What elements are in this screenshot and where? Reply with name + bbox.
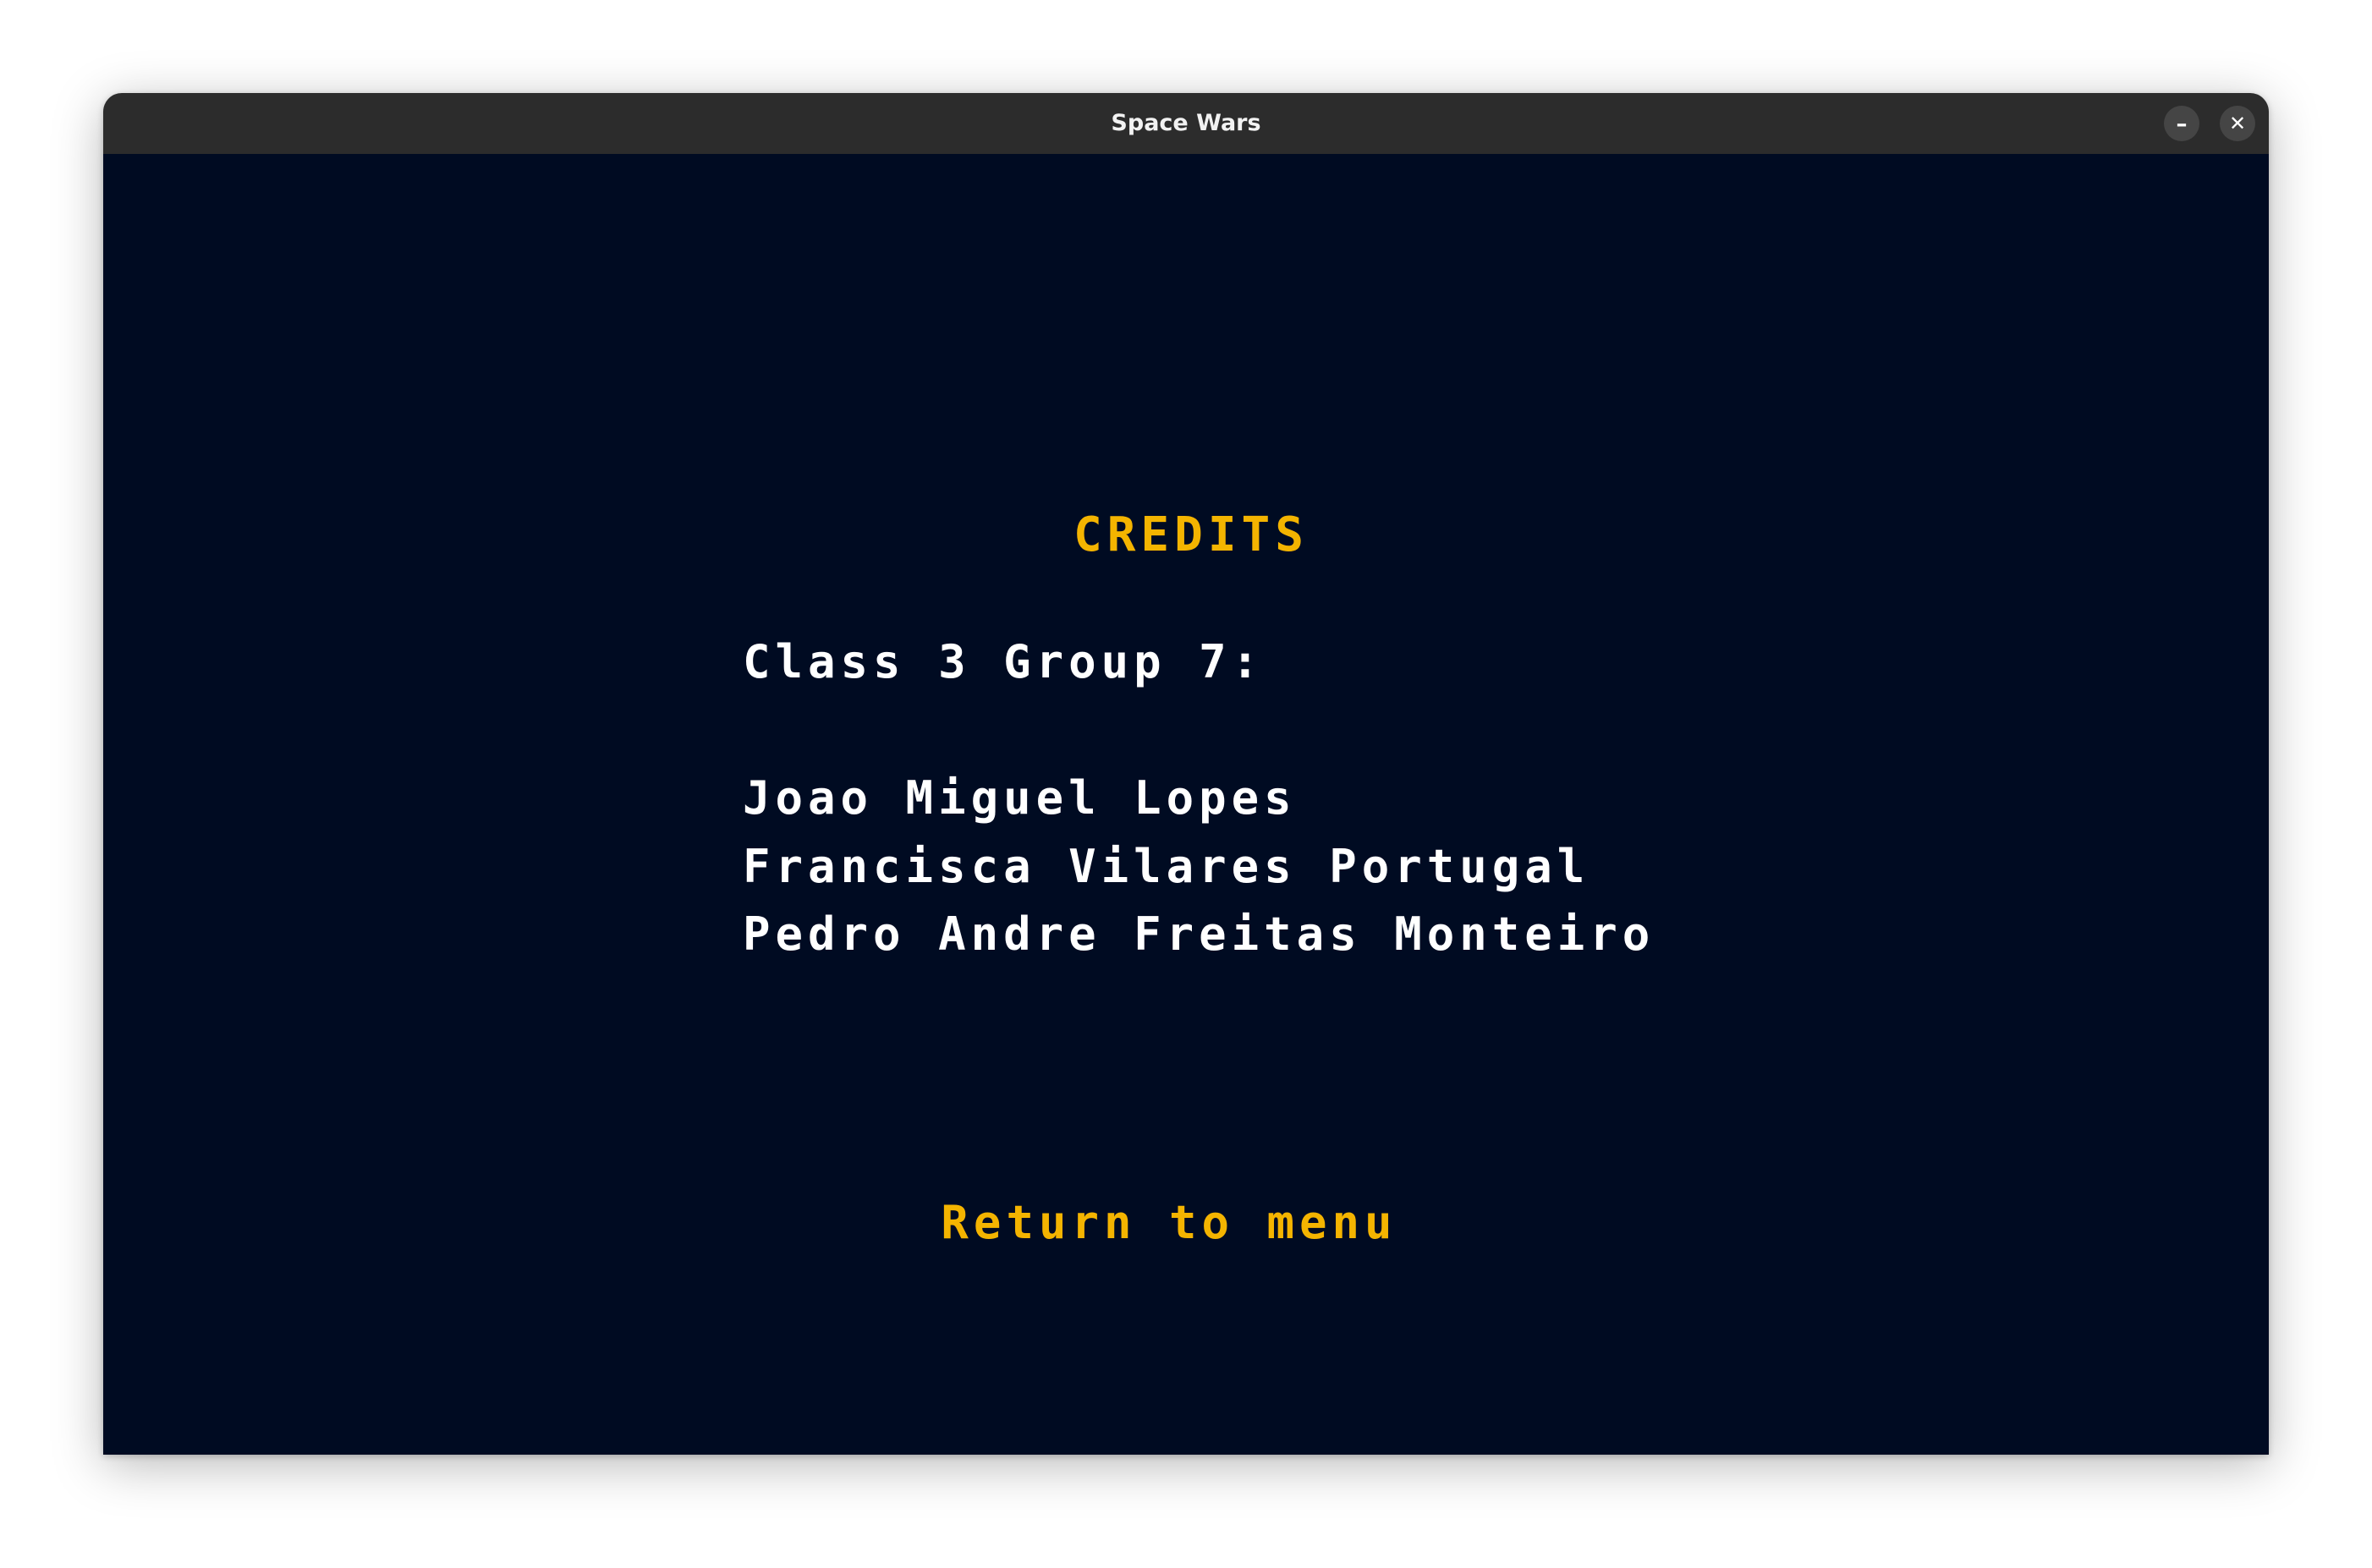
game-canvas: CREDITS Class 3 Group 7: Joao Miguel Lop… xyxy=(103,154,2269,1455)
group-label: Class 3 Group 7: xyxy=(743,635,1265,688)
credit-member: Pedro Andre Freitas Monteiro xyxy=(743,907,1655,961)
credits-heading: CREDITS xyxy=(1073,507,1309,562)
credit-member: Francisca Vilares Portugal xyxy=(743,840,1590,893)
minimize-button[interactable]: – xyxy=(2164,106,2199,141)
return-to-menu-button[interactable]: Return to menu xyxy=(103,1196,2252,1249)
window-title: Space Wars xyxy=(1111,110,1261,136)
close-button[interactable]: ✕ xyxy=(2220,106,2255,141)
credit-member: Joao Miguel Lopes xyxy=(743,771,1297,825)
title-bar[interactable]: Space Wars – ✕ xyxy=(103,93,2269,155)
app-window: Space Wars – ✕ CREDITS Class 3 Group 7: … xyxy=(103,93,2269,1455)
